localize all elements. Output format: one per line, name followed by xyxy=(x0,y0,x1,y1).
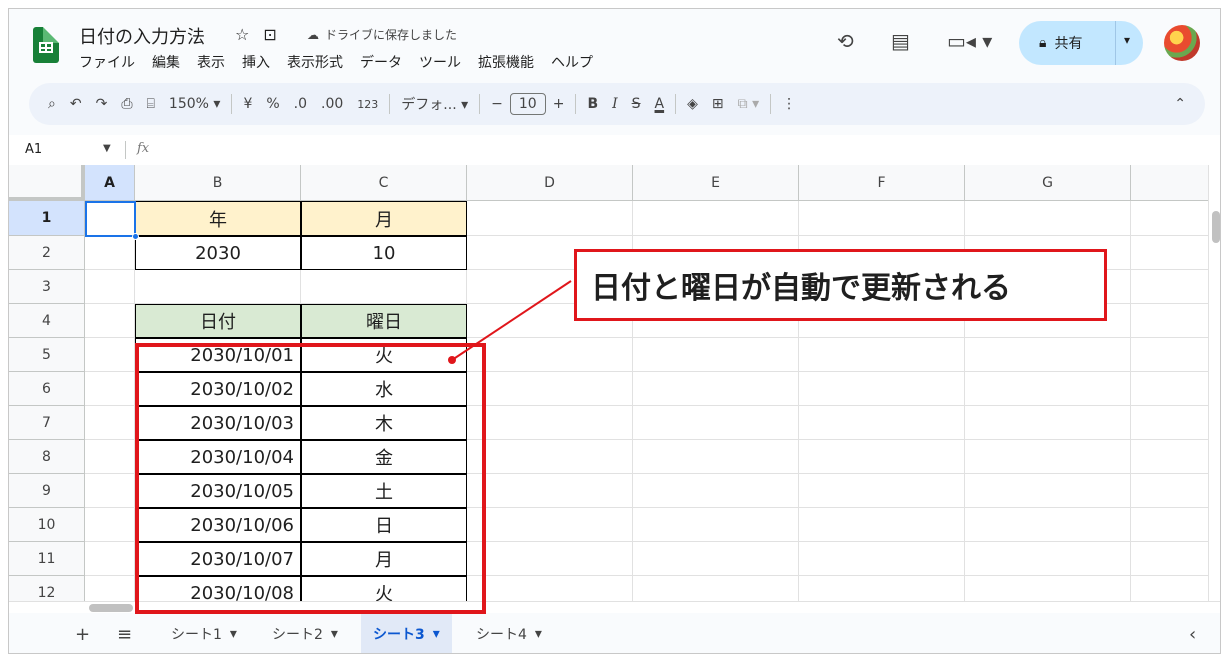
callout-arrow xyxy=(448,280,572,364)
app-window: 日付の入力方法 ☆ ⊡ ☁ ドライブに保存しました ファイル 編集 表示 挿入 … xyxy=(8,8,1221,654)
annotation-callout: 日付と曜日が自動で更新される xyxy=(574,249,1107,321)
